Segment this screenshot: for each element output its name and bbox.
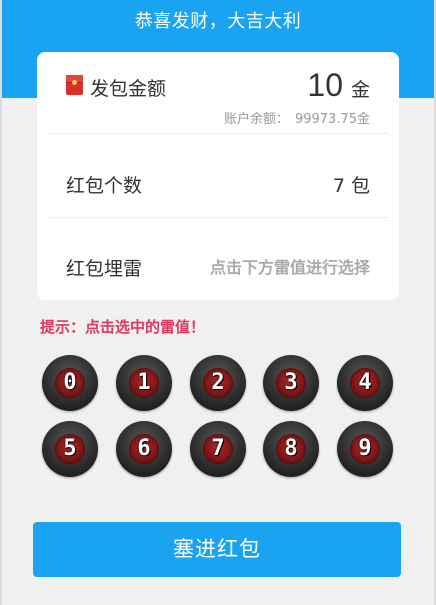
count-value[interactable]: 7 (333, 175, 345, 197)
amount-unit: 金 (350, 79, 370, 101)
count-unit: 包 (350, 175, 370, 197)
mine-value-digit: 5 (63, 436, 77, 461)
submit-redpacket-button[interactable]: 塞进红包 (33, 522, 401, 577)
mine-value-8[interactable]: 8 (263, 421, 319, 477)
mine-value-digit: 7 (211, 436, 225, 461)
mine-label: 红包埋雷 (66, 258, 143, 280)
tip-text: 提示：点击选中的雷值！ (40, 318, 206, 336)
divider (47, 133, 389, 134)
amount-value[interactable]: 10 (307, 67, 343, 104)
mine-value-6[interactable]: 6 (116, 421, 172, 477)
mine-value-digit: 2 (211, 370, 225, 395)
mine-value-4[interactable]: 4 (337, 355, 393, 411)
mine-value-digit: 6 (137, 436, 151, 461)
amount-field[interactable]: 10 金 (307, 67, 370, 104)
divider (47, 217, 389, 218)
balance-label: 账户余额： (223, 112, 289, 127)
mine-value-digit: 1 (137, 370, 151, 395)
mine-value-5[interactable]: 5 (42, 421, 98, 477)
mine-value-0[interactable]: 0 (42, 355, 98, 411)
mine-value-1[interactable]: 1 (116, 355, 172, 411)
count-field[interactable]: 7包 (333, 171, 370, 198)
mine-value-digit: 9 (358, 436, 372, 461)
mine-value-3[interactable]: 3 (263, 355, 319, 411)
header-title: 恭喜发财，大吉大利 (134, 11, 302, 32)
mine-value-digit: 4 (358, 370, 372, 395)
mine-value-7[interactable]: 7 (190, 421, 246, 477)
count-label: 红包个数 (66, 175, 143, 197)
account-balance: 账户余额： 99973.75金 (224, 108, 370, 127)
balance-value: 99973.75金 (294, 112, 370, 127)
mine-hint: 点击下方雷值进行选择 (209, 258, 370, 277)
mine-value-digit: 0 (63, 370, 77, 395)
mine-value-digit: 3 (284, 370, 298, 395)
amount-label: 发包金额 (90, 78, 167, 100)
mine-value-9[interactable]: 9 (337, 421, 393, 477)
red-packet-icon (66, 75, 83, 95)
mine-value-digit: 8 (284, 436, 298, 461)
redpacket-form-card: 发包金额 10 金 账户余额： 99973.75金 红包个数 7包 红包埋雷 点击… (37, 52, 399, 300)
mine-value-2[interactable]: 2 (190, 355, 246, 411)
